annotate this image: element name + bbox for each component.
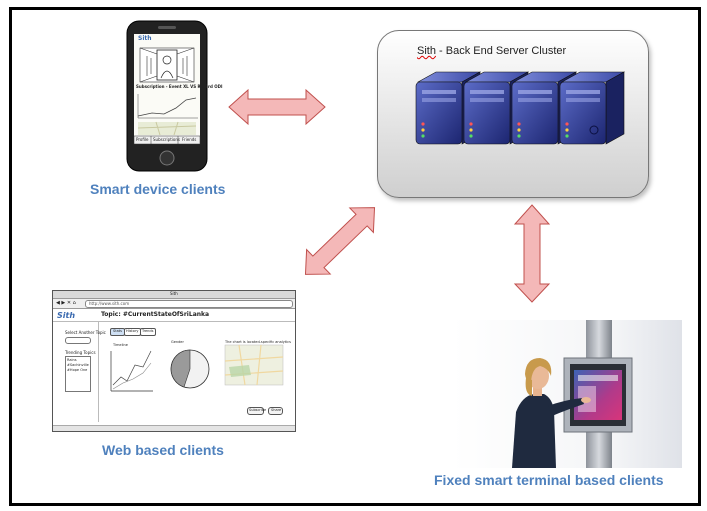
arrow-phone-server bbox=[228, 88, 326, 126]
arrow-web-server bbox=[304, 207, 376, 275]
subscribe-button-label: Subscribe bbox=[249, 408, 267, 412]
web-client-mockup: Sith ◀ ▶ ✕ ⌂ http://www.sith.com Sith To… bbox=[52, 290, 296, 432]
share-button[interactable]: Share bbox=[268, 407, 283, 415]
share-button-label: Share bbox=[271, 408, 282, 412]
arrow-server-terminal bbox=[513, 204, 551, 303]
web-status-bar bbox=[53, 425, 295, 431]
terminal-kiosk-photo bbox=[452, 320, 682, 468]
subscribe-button[interactable]: Subscribe bbox=[247, 407, 267, 415]
caption-web: Web based clients bbox=[102, 442, 224, 458]
caption-terminal: Fixed smart terminal based clients bbox=[434, 472, 664, 488]
